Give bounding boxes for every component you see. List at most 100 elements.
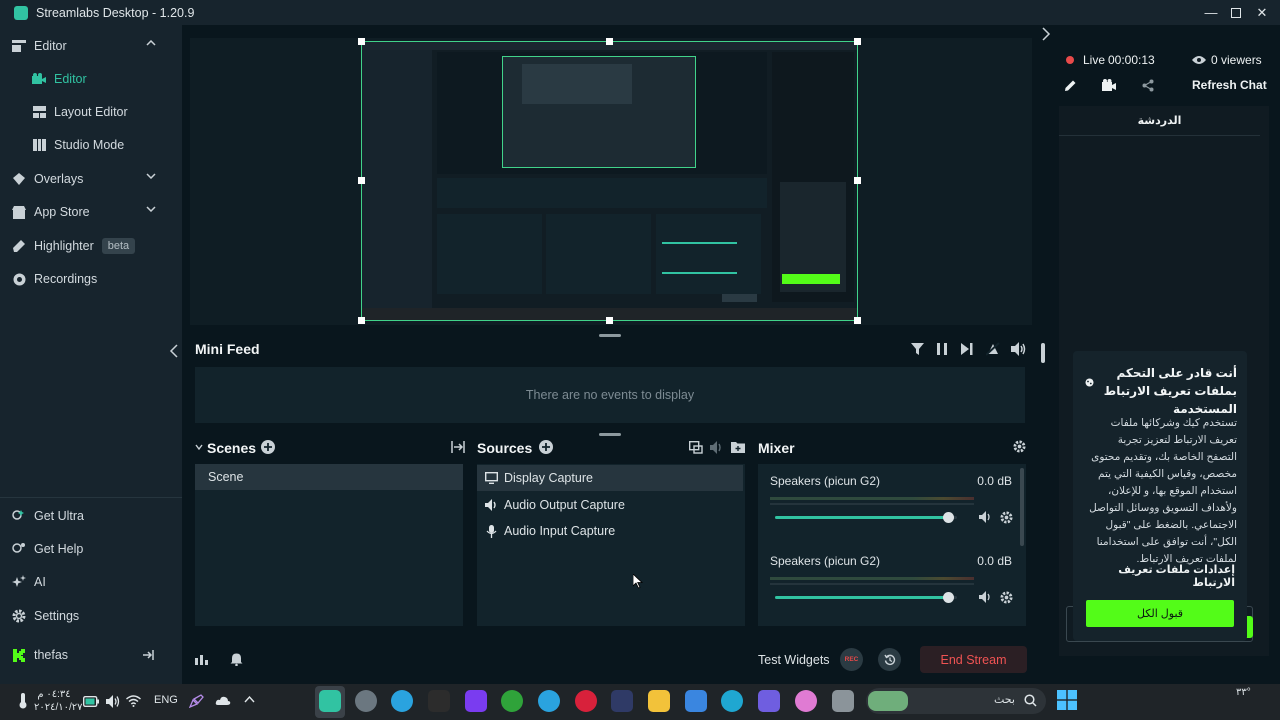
sidebar-item-layout-editor[interactable]: Layout Editor [0, 97, 182, 127]
accept-all-button[interactable]: قبول الكل [1086, 600, 1234, 627]
edge-taskbar-icon[interactable] [721, 690, 743, 712]
close-button[interactable]: ✕ [1249, 0, 1275, 25]
settings-taskbar-icon[interactable] [355, 690, 377, 712]
minimize-button[interactable]: — [1198, 0, 1224, 25]
volume-icon[interactable] [1011, 342, 1026, 356]
resize-handle[interactable] [358, 38, 365, 45]
sidebar-item-ai[interactable]: AI [0, 567, 182, 597]
resize-handle[interactable] [358, 177, 365, 184]
filter-icon[interactable] [911, 343, 924, 355]
battery-icon[interactable] [83, 696, 99, 707]
sidebar-item-get-ultra[interactable]: Get Ultra [0, 501, 182, 531]
stats-icon[interactable] [195, 653, 208, 665]
test-widgets-label[interactable]: Test Widgets [758, 653, 830, 667]
add-source-icon[interactable] [539, 440, 553, 454]
app-taskbar-icon[interactable] [832, 690, 854, 712]
pinterest-taskbar-icon[interactable] [575, 690, 597, 712]
store-taskbar-icon[interactable] [685, 690, 707, 712]
speaker-mute-icon[interactable] [979, 511, 992, 523]
resize-handle[interactable] [606, 38, 613, 45]
sidebar-item-editor-group[interactable]: Editor [0, 31, 182, 61]
mute-alerts-icon[interactable] [986, 342, 1000, 356]
resize-handle[interactable] [854, 317, 861, 324]
notification-bell-icon[interactable] [230, 652, 243, 666]
chat-tab[interactable]: الدردشة [1059, 106, 1260, 136]
chevron-up-icon[interactable] [244, 696, 255, 703]
refresh-chat-button[interactable]: Refresh Chat [1192, 78, 1267, 92]
pause-icon[interactable] [937, 343, 947, 355]
resize-handle[interactable] [606, 317, 613, 324]
file-explorer-taskbar-icon[interactable] [648, 690, 670, 712]
vscode-taskbar-icon[interactable] [611, 690, 633, 712]
wifi-icon[interactable] [126, 695, 141, 707]
teams-taskbar-icon[interactable] [758, 690, 780, 712]
channel-settings-gear-icon[interactable] [1000, 591, 1013, 604]
input-language[interactable]: ENG [154, 694, 178, 706]
epic-games-taskbar-icon[interactable] [428, 690, 450, 712]
volume-icon[interactable] [106, 695, 120, 708]
onedrive-icon[interactable] [215, 694, 231, 708]
sidebar-item-recordings[interactable]: Recordings [0, 264, 182, 294]
taskbar-search[interactable]: بحث [866, 688, 1046, 714]
sidebar-item-studio-mode[interactable]: Studio Mode [0, 130, 182, 160]
sidebar-item-label: Get Ultra [34, 509, 85, 523]
scrollbar[interactable] [1020, 468, 1024, 546]
chevron-down-icon[interactable] [195, 444, 203, 450]
display-capture-preview[interactable] [361, 41, 858, 321]
chevron-right-icon[interactable] [1041, 27, 1051, 41]
level-meter [770, 497, 974, 500]
mixer-channel: Speakers (picun G2) 0.0 dB [758, 552, 1020, 622]
streamlabs-taskbar-icon[interactable] [319, 690, 341, 712]
scrollbar[interactable] [1041, 343, 1045, 363]
camera-icon[interactable] [1102, 79, 1116, 92]
telegram-taskbar-icon[interactable] [391, 690, 413, 712]
weather-icon[interactable] [16, 693, 30, 709]
source-item[interactable]: Display Capture [477, 465, 743, 491]
xbox-taskbar-icon[interactable] [501, 690, 523, 712]
source-item[interactable]: Audio Input Capture [477, 518, 743, 544]
record-button[interactable]: REC [840, 648, 863, 671]
speaker-mute-icon[interactable] [979, 591, 992, 603]
sidebar-item-overlays[interactable]: Overlays [0, 164, 182, 194]
sources-list: Display Capture Audio Output Capture Aud… [477, 464, 745, 626]
copilot-taskbar-icon[interactable] [795, 690, 817, 712]
resize-handle[interactable] [358, 317, 365, 324]
mouse-cursor-icon [633, 574, 643, 589]
volume-slider[interactable] [775, 592, 957, 603]
sidebar-item-get-help[interactable]: Get Help [0, 534, 182, 564]
mixer-settings-gear-icon[interactable] [1013, 440, 1026, 453]
volume-knob[interactable] [942, 512, 954, 523]
folder-icon[interactable] [731, 440, 745, 453]
scene-transitions-icon[interactable] [451, 440, 465, 454]
maximize-button[interactable] [1223, 0, 1249, 25]
app-taskbar-icon[interactable] [465, 690, 487, 712]
resize-splitter[interactable] [599, 433, 621, 436]
sidebar-item-editor[interactable]: Editor [0, 64, 182, 94]
source-item[interactable]: Audio Output Capture [477, 492, 743, 518]
scene-item[interactable]: Scene [195, 464, 463, 490]
sidebar-item-highlighter[interactable]: Highlighter beta [0, 231, 182, 261]
volume-slider[interactable] [775, 512, 957, 523]
volume-knob[interactable] [942, 592, 954, 603]
logout-icon[interactable] [142, 649, 154, 661]
resize-handle[interactable] [854, 38, 861, 45]
resize-handle[interactable] [854, 177, 861, 184]
cookie-settings-button[interactable]: إعدادات ملفات تعريف الارتباط [1085, 563, 1235, 589]
chevron-left-icon[interactable] [169, 344, 179, 358]
audio-sources-icon[interactable] [710, 441, 724, 454]
sidebar-item-settings[interactable]: Settings [0, 601, 182, 631]
share-icon[interactable] [1142, 79, 1154, 92]
telegram-taskbar-icon[interactable] [538, 690, 560, 712]
source-grid-icon[interactable] [689, 441, 703, 454]
taskbar-clock[interactable]: ٠٤:٣٤ م ٢٠٢٤/١٠/٢٧ [34, 688, 83, 714]
edit-pencil-icon[interactable] [1064, 79, 1077, 92]
skip-icon[interactable] [961, 343, 973, 355]
pen-input-icon[interactable] [189, 694, 205, 708]
sidebar-item-account[interactable]: thefas [0, 640, 182, 670]
end-stream-button[interactable]: End Stream [920, 646, 1027, 673]
replay-buffer-button[interactable] [878, 648, 901, 671]
add-scene-icon[interactable] [261, 440, 275, 454]
windows-start-icon[interactable] [1057, 690, 1077, 710]
sidebar-item-app-store[interactable]: App Store [0, 197, 182, 227]
channel-settings-gear-icon[interactable] [1000, 511, 1013, 524]
